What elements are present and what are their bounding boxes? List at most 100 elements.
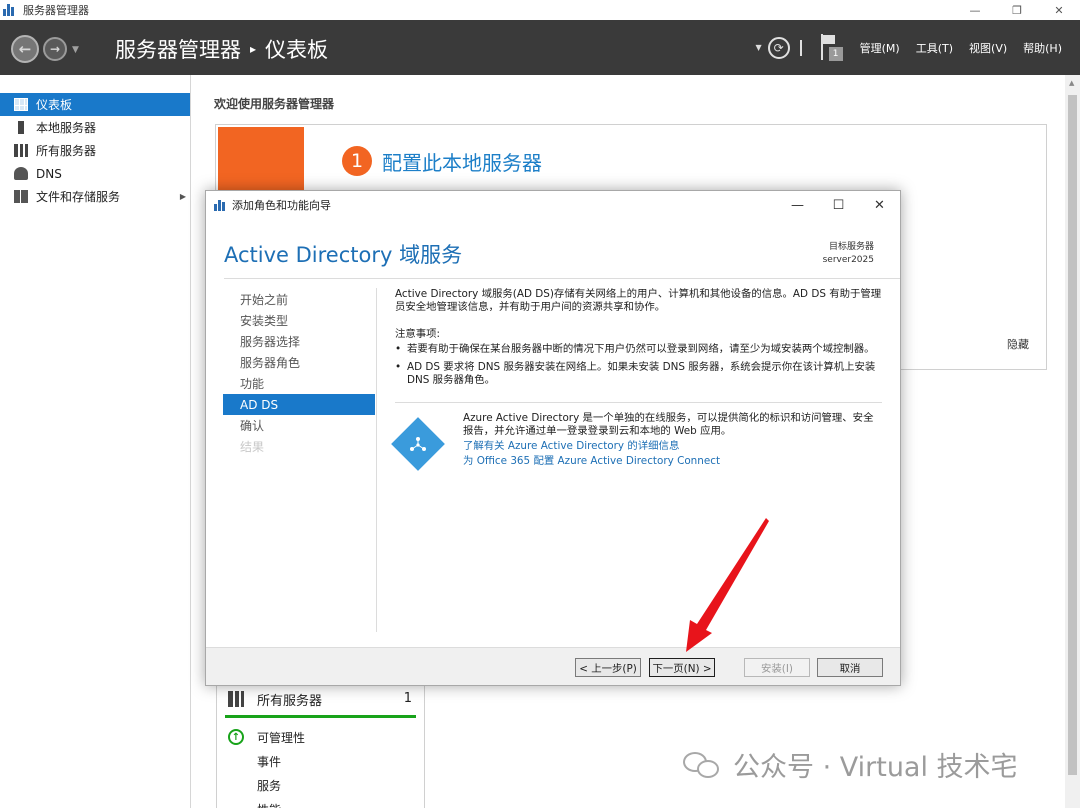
dialog-close-button[interactable]: ✕ — [859, 191, 900, 219]
history-dropdown-icon[interactable]: ▼ — [72, 45, 79, 55]
wizard-step-results: 结果 — [240, 440, 265, 454]
file-storage-icon — [14, 190, 28, 203]
expand-arrow-icon[interactable]: ▶ — [180, 192, 186, 201]
breadcrumb: 服务器管理器 ▸ 仪表板 — [115, 34, 328, 64]
dialog-titlebar: 添加角色和功能向导 — ☐ ✕ — [206, 191, 900, 219]
notifications-flag-icon[interactable]: 1 — [820, 33, 843, 62]
server-icon — [18, 121, 24, 134]
servers-icon — [228, 691, 244, 707]
azure-ad-connect-link[interactable]: 为 Office 365 配置 Azure Active Directory C… — [463, 455, 879, 468]
hide-welcome-link[interactable]: 隐藏 — [1007, 336, 1029, 352]
previous-button[interactable]: < 上一步(P) — [575, 658, 641, 677]
next-button[interactable]: 下一页(N) > — [649, 658, 715, 677]
sidebar-item-label: 仪表板 — [36, 98, 73, 112]
dns-icon — [14, 167, 28, 180]
configure-local-server-step[interactable]: 1 配置此本地服务器 — [342, 146, 542, 176]
refresh-dropdown-icon[interactable]: ▼ — [755, 43, 761, 52]
back-button[interactable]: ← — [11, 35, 39, 63]
wizard-step-before-you-begin[interactable]: 开始之前 — [223, 289, 375, 310]
sidebar-item-local-server[interactable]: 本地服务器 — [0, 116, 190, 139]
tile-row-services[interactable]: 服务 — [217, 773, 424, 797]
welcome-title: 欢迎使用服务器管理器 — [214, 97, 335, 111]
sidebar-item-all-servers[interactable]: 所有服务器 — [0, 139, 190, 162]
content-divider — [395, 402, 882, 403]
sidebar-item-dashboard[interactable]: 仪表板 — [0, 93, 190, 116]
target-server-info: 目标服务器 server2025 — [823, 241, 874, 267]
menu-view[interactable]: 视图(V) — [969, 40, 1007, 56]
tile-row-label: 可管理性 — [257, 730, 306, 745]
all-servers-tile: 所有服务器 1 ↑ 可管理性 事件 服务 性能 — [216, 682, 425, 808]
tile-row-label: 性能 — [257, 801, 281, 808]
azure-ad-learn-more-link[interactable]: 了解有关 Azure Active Directory 的详细信息 — [463, 440, 879, 453]
tile-row-manageability[interactable]: ↑ 可管理性 — [217, 725, 424, 749]
header-bar: ← → ▼ 服务器管理器 ▸ 仪表板 ▼ ⟳ 1 管理(M) 工具(T) 视图(… — [0, 20, 1080, 75]
breadcrumb-current: 仪表板 — [265, 38, 329, 62]
wizard-app-icon — [214, 199, 226, 211]
wechat-logo-icon — [683, 750, 723, 780]
target-server-name: server2025 — [822, 255, 874, 265]
wizard-step-confirmation[interactable]: 确认 — [223, 415, 375, 436]
forward-button[interactable]: → — [43, 37, 67, 61]
tile-row-performance[interactable]: 性能 — [217, 797, 424, 808]
sidebar-item-label: 本地服务器 — [36, 121, 97, 135]
tile-row-label: 服务 — [257, 778, 282, 793]
wizard-step-server-selection[interactable]: 服务器选择 — [223, 331, 375, 352]
azure-ad-section: Azure Active Directory 是一个单独的在线服务，可以提供简化… — [391, 412, 882, 482]
arrow-right-icon: → — [49, 42, 61, 56]
tile-title: 所有服务器 — [257, 693, 323, 709]
watermark-text: 公众号 · Virtual 技术宅 — [733, 752, 1018, 783]
azure-ad-text-block: Azure Active Directory 是一个单独的在线服务，可以提供简化… — [463, 412, 879, 468]
wizard-step-server-roles[interactable]: 服务器角色 — [223, 352, 375, 373]
dialog-title: 添加角色和功能向导 — [232, 199, 331, 212]
wizard-step-features[interactable]: 功能 — [223, 373, 375, 394]
main-scrollbar[interactable]: ▲ — [1065, 75, 1080, 808]
server-manager-app-icon — [3, 4, 17, 16]
ad-ds-intro-text: Active Directory 域服务(AD DS)存储有关网络上的用户、计算… — [395, 288, 882, 313]
note-item: AD DS 要求将 DNS 服务器安装在网络上。如果未安装 DNS 服务器，系统… — [395, 361, 882, 387]
notes-list: 若要有助于确保在某台服务器中断的情况下用户仍然可以登录到网络，请至少为域安装两个… — [395, 343, 882, 387]
minimize-button[interactable]: — — [954, 0, 996, 20]
tile-row-events[interactable]: 事件 — [217, 749, 424, 773]
heading-divider — [224, 278, 900, 279]
sidebar-item-label: DNS — [36, 166, 62, 181]
tile-row-label: 事件 — [257, 754, 282, 769]
sidebar-item-label: 文件和存储服务 — [36, 190, 121, 204]
menu-help[interactable]: 帮助(H) — [1023, 40, 1062, 56]
header-actions: ▼ ⟳ 1 管理(M) 工具(T) 视图(V) 帮助(H) — [755, 20, 1080, 75]
scrollbar-thumb[interactable] — [1068, 95, 1077, 775]
wizard-step-installation-type[interactable]: 安装类型 — [223, 310, 375, 331]
dialog-minimize-button[interactable]: — — [777, 191, 818, 219]
tile-header[interactable]: 所有服务器 1 — [217, 683, 424, 715]
breadcrumb-root[interactable]: 服务器管理器 — [115, 34, 241, 64]
wizard-step-ad-ds[interactable]: AD DS — [223, 394, 375, 415]
sidebar-item-dns[interactable]: DNS — [0, 162, 190, 185]
scroll-up-icon[interactable]: ▲ — [1069, 79, 1074, 87]
watermark: 公众号 · Virtual 技术宅 — [683, 745, 1018, 784]
menu-tools[interactable]: 工具(T) — [916, 40, 953, 56]
steps-divider — [376, 288, 377, 632]
restore-button[interactable]: ❐ — [996, 0, 1038, 20]
tile-status-bar — [225, 715, 416, 718]
menu-manage[interactable]: 管理(M) — [860, 40, 900, 56]
window-controls: — ❐ ✕ — [954, 0, 1080, 20]
sidebar: 仪表板 本地服务器 所有服务器 DNS 文件和存储服务 ▶ — [0, 75, 191, 808]
dashboard-icon — [14, 98, 28, 111]
sidebar-item-label: 所有服务器 — [36, 144, 97, 158]
refresh-icon[interactable]: ⟳ — [767, 36, 790, 59]
cancel-button[interactable]: 取消 — [817, 658, 883, 677]
configure-local-server-link[interactable]: 配置此本地服务器 — [382, 147, 542, 176]
sidebar-item-file-storage[interactable]: 文件和存储服务 ▶ — [0, 185, 190, 208]
notification-count-badge: 1 — [828, 46, 843, 61]
azure-network-glyph — [410, 437, 426, 451]
dialog-controls: — ☐ ✕ — [777, 191, 900, 219]
dialog-footer: < 上一步(P) 下一页(N) > 安装(I) 取消 — [206, 647, 900, 685]
wizard-steps-nav: 开始之前 安装类型 服务器选择 服务器角色 功能 AD DS 确认 结果 — [223, 289, 375, 457]
ok-status-icon: ↑ — [228, 729, 244, 745]
close-button[interactable]: ✕ — [1038, 0, 1080, 20]
target-server-label: 目标服务器 — [828, 242, 874, 252]
add-roles-wizard-dialog: 添加角色和功能向导 — ☐ ✕ Active Directory 域服务 目标服… — [205, 190, 901, 686]
step-number-badge: 1 — [342, 146, 372, 176]
note-item: 若要有助于确保在某台服务器中断的情况下用户仍然可以登录到网络，请至少为域安装两个… — [395, 343, 882, 356]
dialog-maximize-button[interactable]: ☐ — [818, 191, 859, 219]
wizard-page-heading: Active Directory 域服务 — [224, 243, 463, 267]
